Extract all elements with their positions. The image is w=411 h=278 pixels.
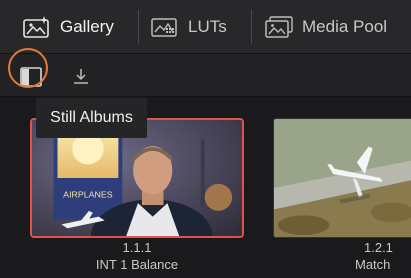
still-name: INT 1 Balance	[95, 257, 179, 272]
import-icon	[74, 69, 88, 84]
gallery-icon	[23, 15, 49, 38]
still-number: 1.1.1	[122, 240, 152, 255]
tab-media-pool[interactable]: Media Pool	[264, 0, 387, 53]
still-number: 1.2.1	[364, 240, 393, 255]
luts-icon	[151, 17, 177, 37]
tooltip: Still Albums	[36, 98, 147, 138]
still-albums-icon	[20, 67, 42, 87]
still-caption: 1.2.1 Match	[355, 239, 411, 273]
import-button[interactable]	[67, 63, 95, 91]
still-image-airplane	[274, 119, 411, 237]
tab-luts-label: LUTs	[188, 16, 227, 36]
page-tab-bar: Gallery LUTs Media Pool	[0, 0, 411, 54]
still-name: Match	[355, 257, 391, 272]
still-caption: 1.1.1 INT 1 Balance	[30, 239, 244, 273]
gallery-toolbar	[0, 54, 411, 97]
svg-text:AIRPLANES: AIRPLANES	[63, 189, 113, 199]
tab-gallery[interactable]: Gallery	[22, 0, 114, 53]
still-thumbnail[interactable]	[273, 118, 411, 238]
media-pool-icon	[265, 15, 293, 38]
still-albums-button[interactable]	[17, 63, 45, 91]
tab-divider	[251, 10, 252, 44]
tab-luts[interactable]: LUTs	[150, 0, 227, 53]
tab-gallery-label: Gallery	[60, 16, 114, 36]
tab-media-pool-label: Media Pool	[302, 16, 388, 36]
tab-divider	[138, 10, 139, 44]
tooltip-text: Still Albums	[50, 109, 133, 126]
